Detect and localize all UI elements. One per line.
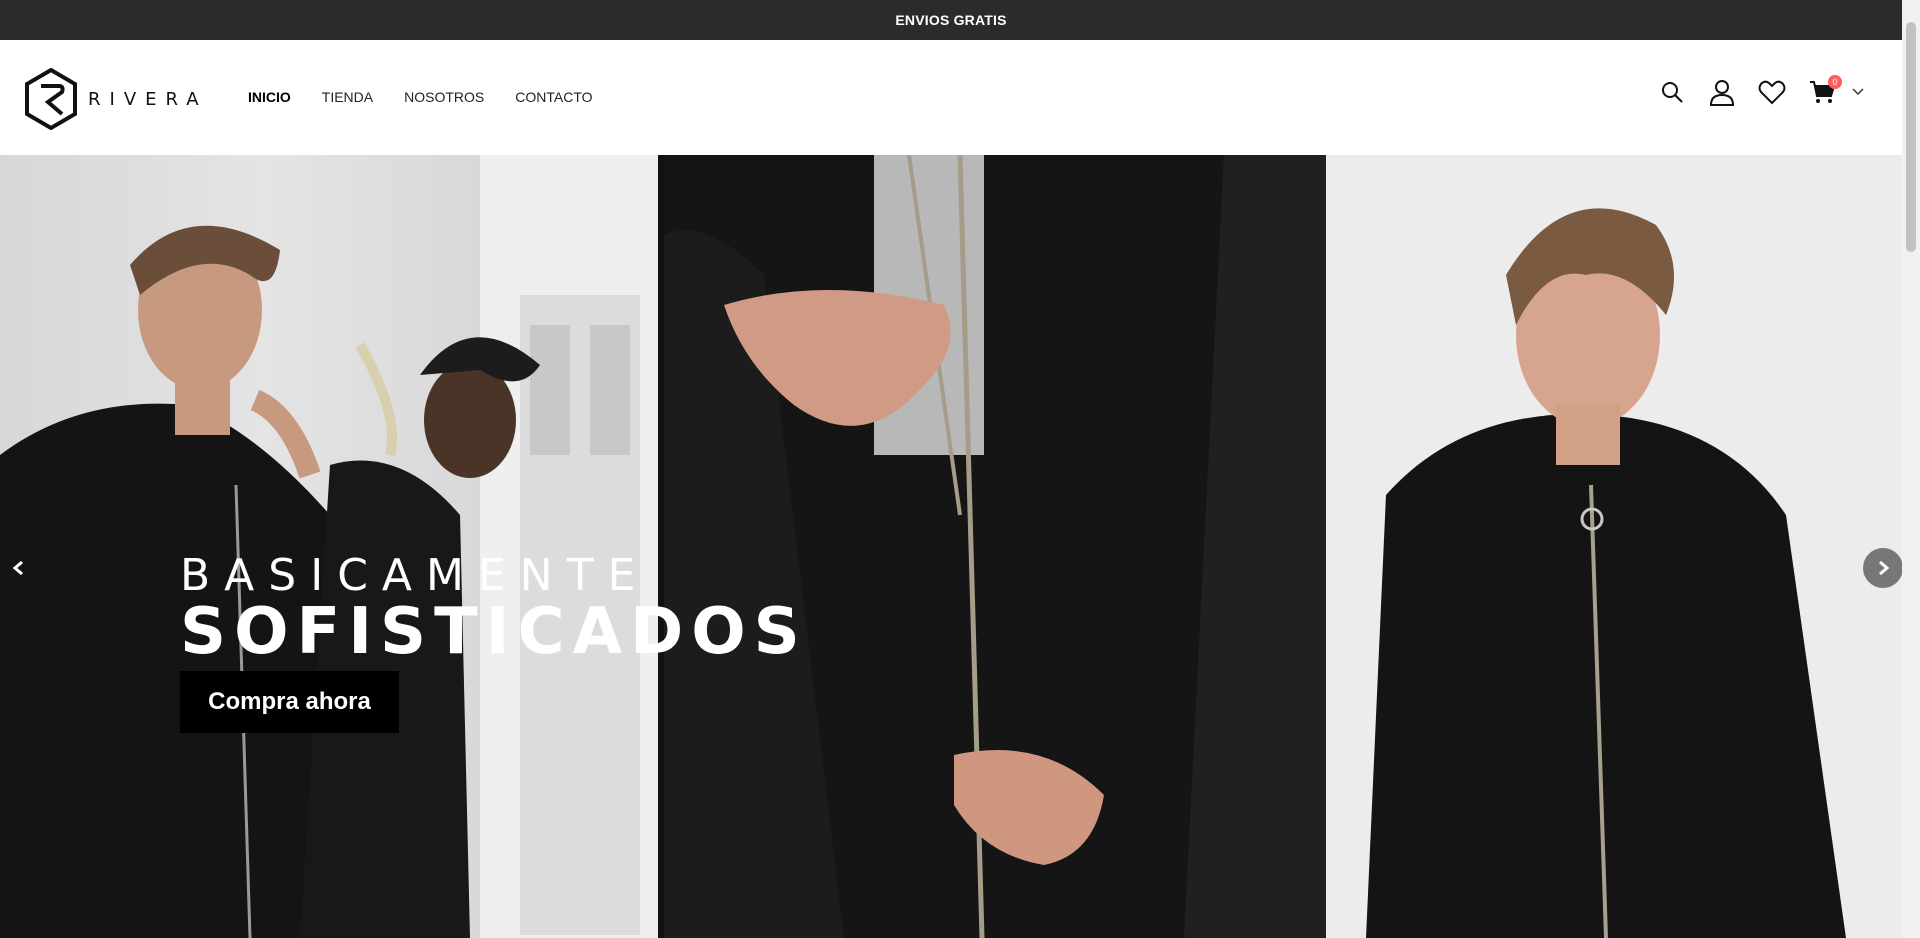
main-nav: INICIO TIENDA NOSOTROS CONTACTO <box>248 89 593 105</box>
announcement-text: ENVIOS GRATIS <box>895 12 1007 28</box>
hero-heading: BASICAMENTE SOFISTICADOS <box>180 550 808 669</box>
chevron-left-icon <box>12 561 23 575</box>
announcement-bar: ENVIOS GRATIS <box>0 0 1902 40</box>
scrollbar-thumb[interactable] <box>1906 22 1916 252</box>
heart-icon[interactable] <box>1758 78 1786 106</box>
hero-image-center <box>664 155 1326 938</box>
nav-item-inicio[interactable]: INICIO <box>248 89 291 105</box>
user-icon[interactable] <box>1708 78 1736 106</box>
hero-subtitle: BASICAMENTE <box>180 550 650 601</box>
hero-slider: BASICAMENTE SOFISTICADOS Compra ahora <box>0 155 1902 938</box>
shop-now-button[interactable]: Compra ahora <box>180 671 399 733</box>
search-icon[interactable] <box>1658 78 1686 106</box>
page-scrollbar[interactable] <box>1902 0 1920 938</box>
brand-name: RIVERA <box>88 88 208 110</box>
nav-item-tienda[interactable]: TIENDA <box>322 89 373 105</box>
hexagon-r-logo-icon <box>25 68 77 130</box>
site-header: RIVERA INICIO TIENDA NOSOTROS CONTACTO 0 <box>0 40 1902 155</box>
hero-image-left <box>0 155 658 938</box>
brand-logo[interactable]: RIVERA <box>24 68 208 130</box>
nav-item-contacto[interactable]: CONTACTO <box>515 89 592 105</box>
header-icons: 0 <box>1658 75 1872 106</box>
nav-item-nosotros[interactable]: NOSOTROS <box>404 89 484 105</box>
hero-image-right <box>1326 155 1902 938</box>
cart-count-badge: 0 <box>1828 75 1842 89</box>
slider-next-button[interactable] <box>1863 548 1902 588</box>
chevron-right-icon <box>1879 561 1890 575</box>
cart-icon[interactable]: 0 <box>1808 75 1842 106</box>
hero-title: SOFISTICADOS <box>180 595 808 669</box>
chevron-down-icon[interactable] <box>1844 78 1872 106</box>
